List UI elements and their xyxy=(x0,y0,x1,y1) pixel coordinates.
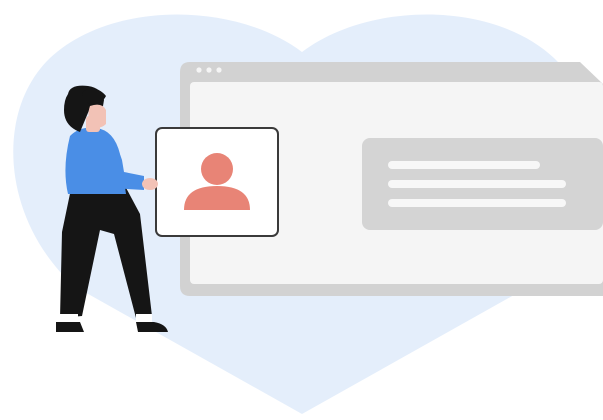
profile-card xyxy=(155,127,279,237)
left-shoe xyxy=(56,322,84,332)
text-line xyxy=(388,161,540,169)
three-dots-icon xyxy=(196,67,222,73)
illustration-scene xyxy=(0,0,603,420)
face xyxy=(88,104,106,128)
hand xyxy=(142,178,158,190)
text-line xyxy=(388,199,566,207)
text-line xyxy=(388,180,566,188)
left-sock xyxy=(60,314,78,322)
illustration-svg xyxy=(13,14,603,414)
text-block xyxy=(362,138,603,230)
right-sock xyxy=(136,314,152,322)
